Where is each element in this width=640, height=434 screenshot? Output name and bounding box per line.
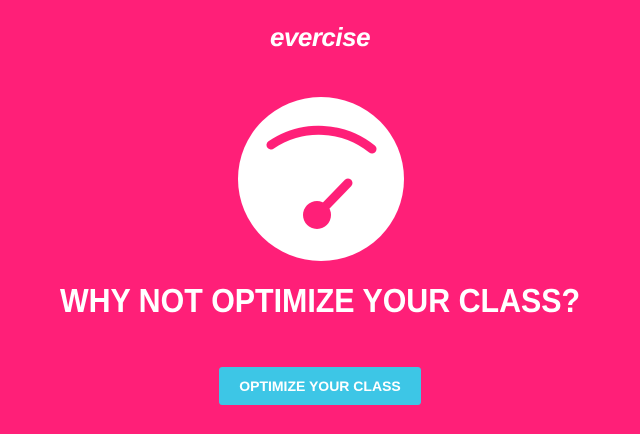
optimize-class-button[interactable]: OPTIMIZE YOUR CLASS bbox=[219, 367, 421, 405]
evercise-logo: evercise bbox=[269, 22, 371, 52]
page-headline: WHY NOT OPTIMIZE YOUR CLASS? bbox=[59, 282, 581, 319]
speedometer-icon bbox=[238, 97, 404, 261]
